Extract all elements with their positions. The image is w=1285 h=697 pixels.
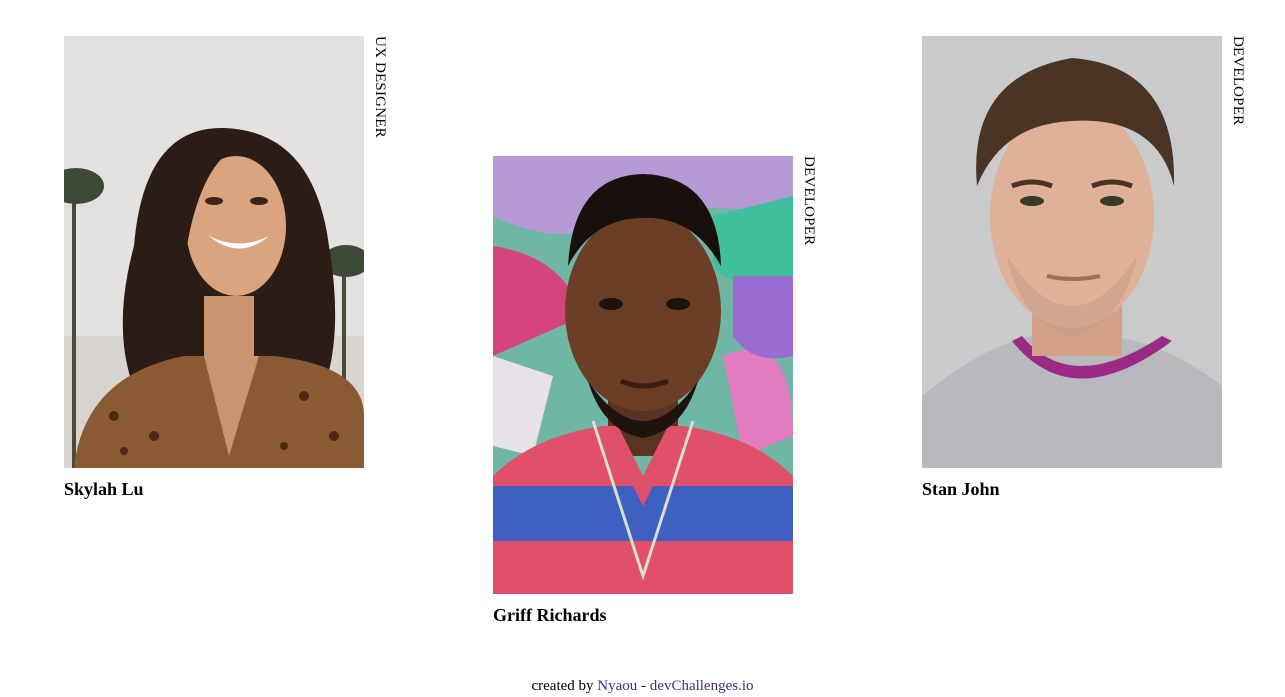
devchallenges-link[interactable]: devChallenges.io xyxy=(650,678,754,694)
footer-credit: created by Nyaou - devChallenges.io xyxy=(0,678,1285,695)
member-photo xyxy=(64,36,364,468)
member-name: Stan John xyxy=(922,479,1000,499)
woman-smiling-portrait-icon xyxy=(64,36,364,468)
member-role: DEVELOPER xyxy=(1230,36,1246,126)
author-link[interactable]: Nyaou xyxy=(597,678,637,694)
member-role: UX DESIGNER xyxy=(372,36,388,138)
member-name: Griff Richards xyxy=(493,605,607,625)
footer-prefix: created by xyxy=(531,678,594,694)
man-graffiti-portrait-icon xyxy=(493,156,793,594)
member-photo xyxy=(922,36,1222,468)
member-photo xyxy=(493,156,793,594)
member-role: DEVELOPER xyxy=(801,156,817,246)
footer-separator: - xyxy=(641,678,647,694)
member-name: Skylah Lu xyxy=(64,479,144,499)
man-grey-sweater-portrait-icon xyxy=(922,36,1222,468)
